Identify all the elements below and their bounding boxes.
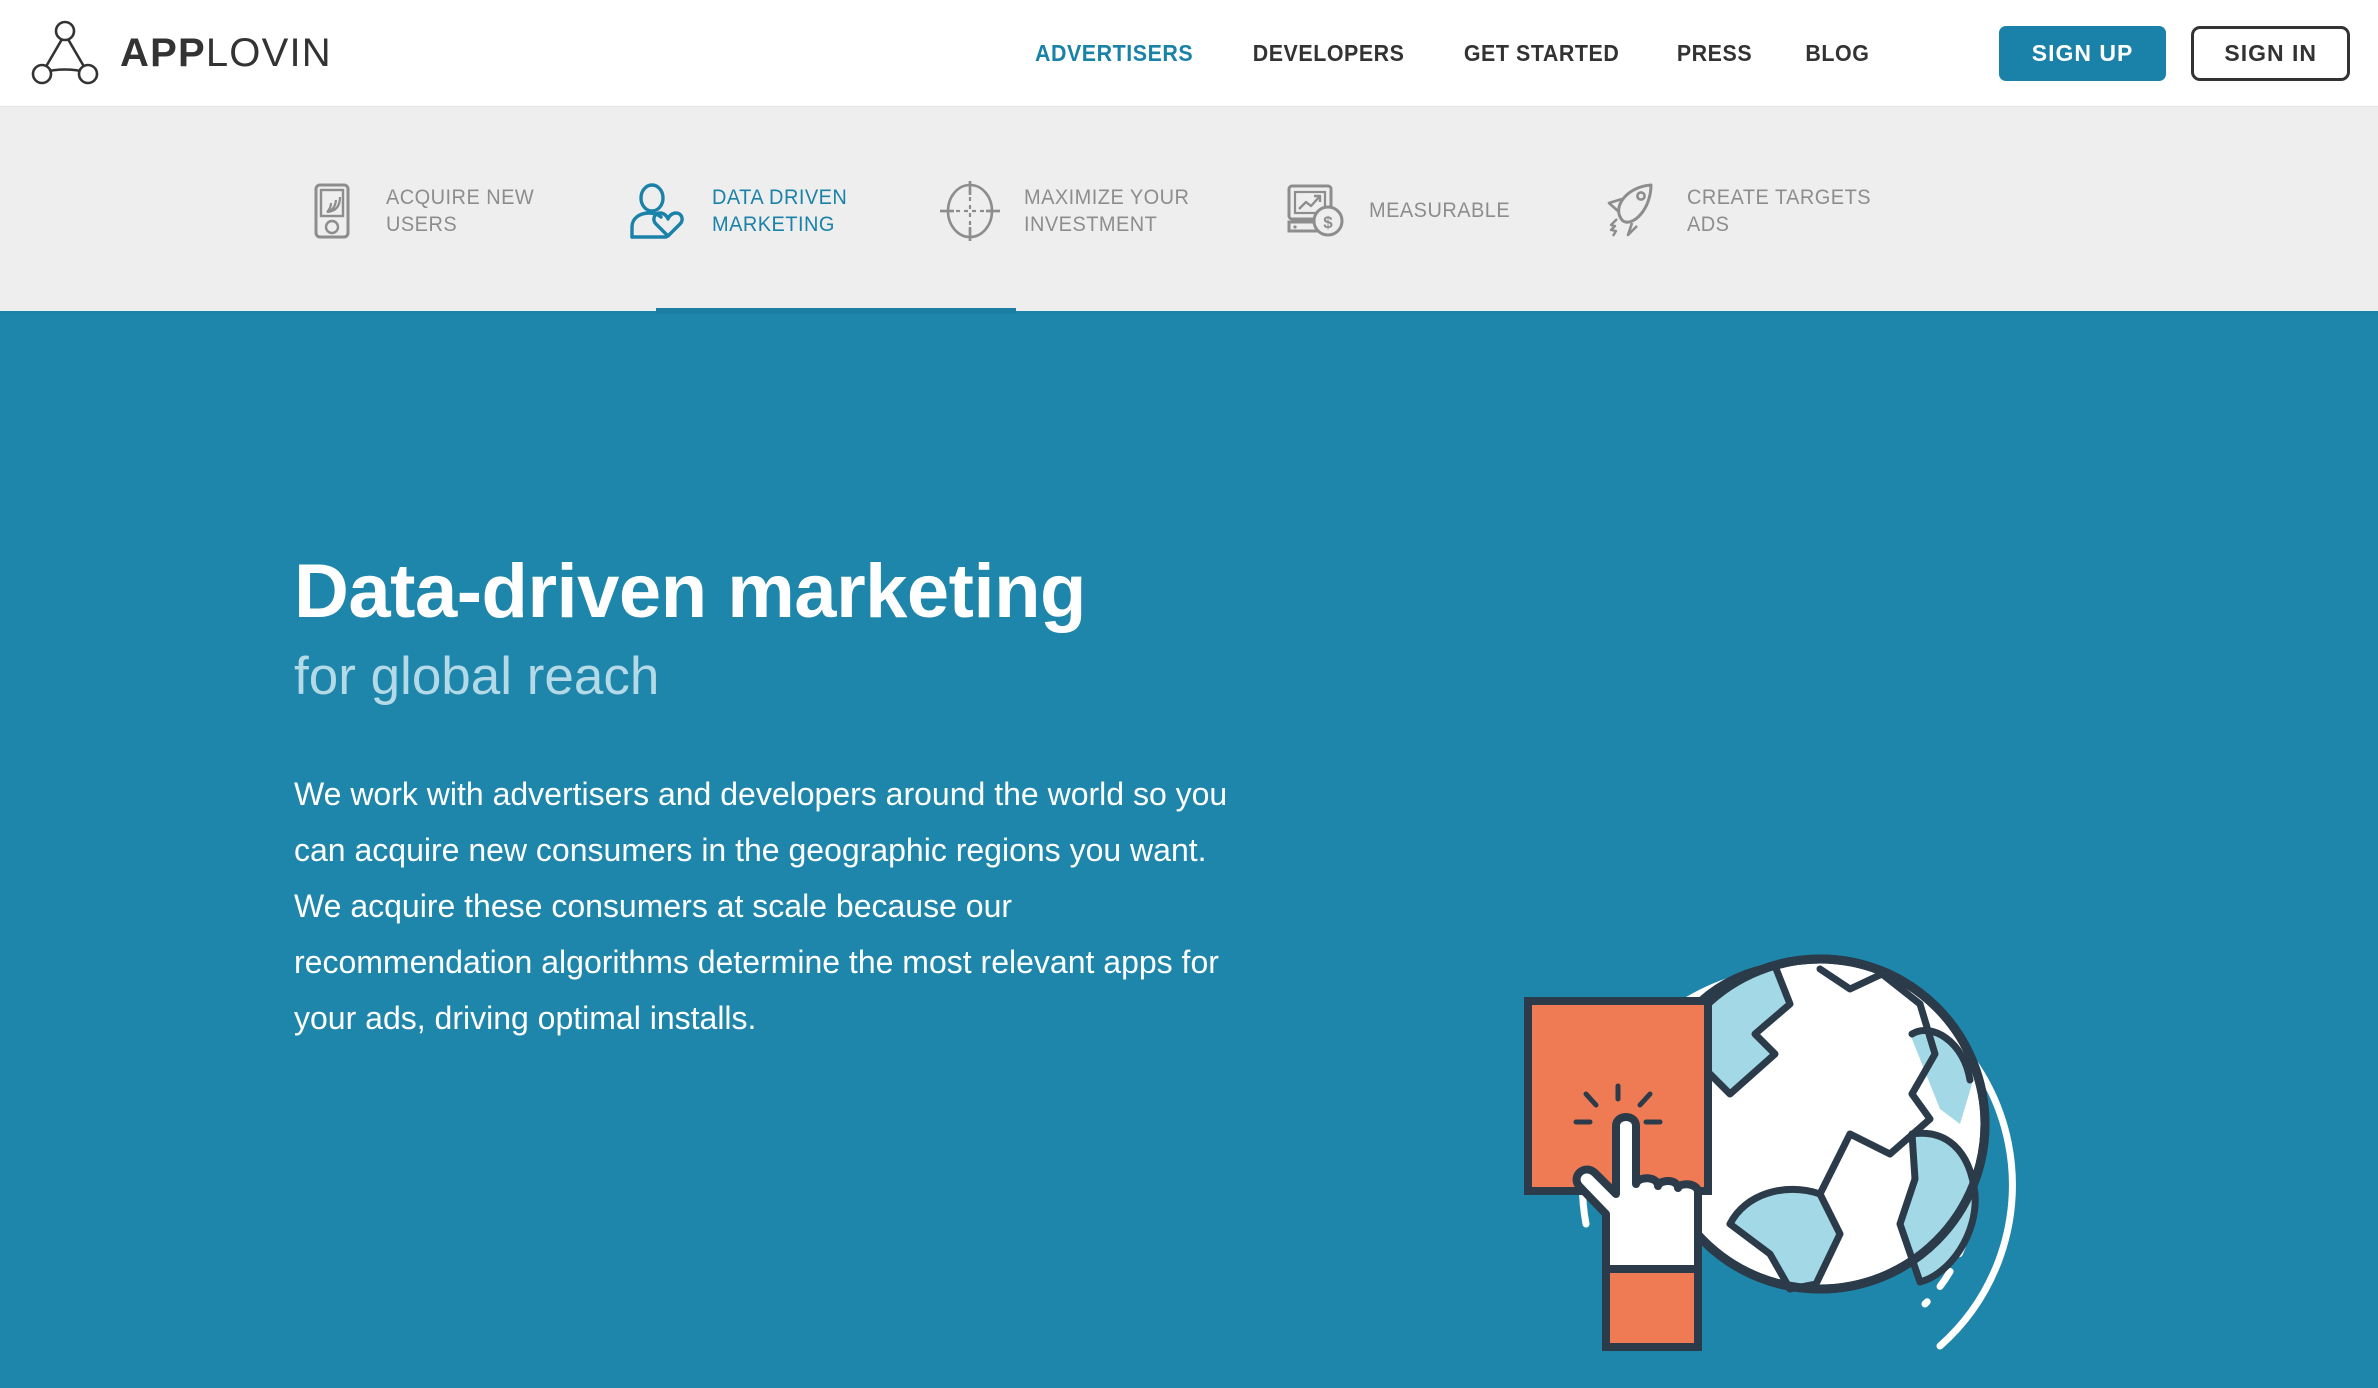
svg-text:$: $ <box>1323 213 1333 232</box>
nav-item-blog[interactable]: BLOG <box>1783 40 1892 67</box>
person-heart-icon <box>630 182 684 239</box>
applovin-triangle-logo-icon <box>31 20 99 85</box>
tab-label-acquire-new-users: ACQUIRE NEW USERS <box>386 185 535 236</box>
tab-create-targets-ads[interactable]: CREATE TARGETS ADS <box>1601 107 1965 314</box>
nav-item-get-started[interactable]: GET STARTED <box>1442 40 1642 67</box>
mobile-signal-icon <box>314 183 350 238</box>
hero-body-text: We work with advertisers and developers … <box>294 776 1228 1037</box>
tab-measurable[interactable]: $ MEASURABLE <box>1283 107 1602 314</box>
crosshair-target-icon <box>940 180 1001 241</box>
tab-maximize-your-investment[interactable]: MAXIMIZE YOUR INVESTMENT <box>938 107 1282 314</box>
tab-label-data-driven-marketing: DATA DRIVEN MARKETING <box>712 185 848 236</box>
site-header: APPLOVIN ADVERTISERS DEVELOPERS GET STAR… <box>0 0 2378 107</box>
brand-logo-link[interactable]: APPLOVIN <box>30 20 332 86</box>
hero-section: Data-driven marketing for global reach W… <box>0 314 2378 1388</box>
auth-actions: SIGN UP SIGN IN <box>1998 0 2350 107</box>
rocket-icon <box>1607 183 1653 237</box>
hero-subtitle: for global reach <box>294 647 660 706</box>
category-tab-strip: ACQUIRE NEW USERS DATA DRIVEN MARKETING <box>0 107 2378 314</box>
sign-up-button[interactable]: SIGN UP <box>1998 26 2167 81</box>
nav-item-developers[interactable]: DEVELOPERS <box>1231 40 1427 67</box>
sign-in-button[interactable]: SIGN IN <box>2191 26 2350 81</box>
hero-copy-block: Data-driven marketing for global reach W… <box>294 554 1294 1046</box>
tab-acquire-new-users[interactable]: ACQUIRE NEW USERS <box>300 107 626 314</box>
tab-label-measurable: MEASURABLE <box>1368 199 1510 222</box>
monitor-chart-dollar-icon: $ <box>1287 184 1344 236</box>
hero-title: Data-driven marketing <box>294 549 1086 634</box>
brand-word-bold: APP <box>120 31 206 75</box>
main-navigation: ADVERTISERS DEVELOPERS GET STARTED PRESS… <box>1005 0 1895 107</box>
tab-data-driven-marketing[interactable]: DATA DRIVEN MARKETING <box>626 107 938 314</box>
brand-word-light: LOVIN <box>205 31 332 75</box>
globe-with-clicking-hand-icon <box>1524 954 2016 1351</box>
brand-wordmark: APPLOVIN <box>120 33 332 73</box>
nav-item-press[interactable]: PRESS <box>1654 40 1774 67</box>
nav-item-advertisers[interactable]: ADVERTISERS <box>1013 40 1216 67</box>
tab-label-maximize-your-investment: MAXIMIZE YOUR INVESTMENT <box>1024 185 1190 236</box>
tab-label-create-targets-ads: CREATE TARGETS ADS <box>1687 185 1872 236</box>
hero-illustration <box>1520 894 2140 1388</box>
